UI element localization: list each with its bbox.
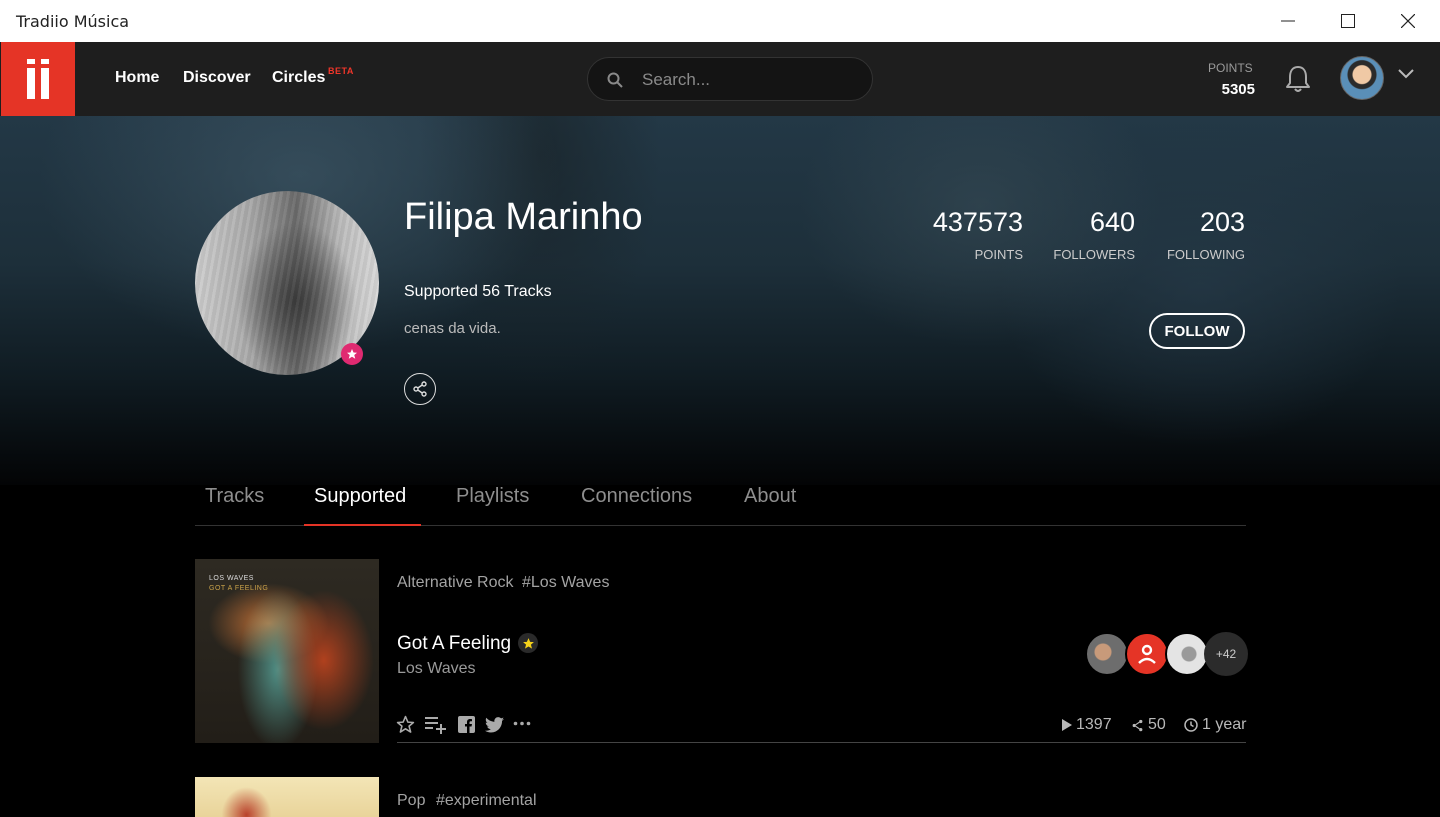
- star-icon: [522, 637, 534, 649]
- stat-followers-value[interactable]: 640: [1090, 207, 1135, 238]
- star-icon: [347, 349, 357, 359]
- stat-points-value: 437573: [932, 207, 1023, 237]
- track-artist[interactable]: Los Waves: [397, 660, 476, 678]
- facebook-icon[interactable]: [458, 716, 475, 733]
- user-icon: [1138, 644, 1156, 664]
- window-title: Tradiio Música: [16, 11, 130, 31]
- tab-about[interactable]: About: [744, 485, 796, 508]
- bell-icon[interactable]: [1284, 64, 1312, 94]
- share-icon: [413, 381, 427, 397]
- maximize-button[interactable]: [1318, 0, 1378, 42]
- stat-followers-label[interactable]: FOLLOWERS: [1053, 247, 1135, 262]
- supporter-avatar[interactable]: [1165, 632, 1209, 676]
- profile-bio: cenas da vida.: [404, 320, 501, 337]
- beta-badge: BETA: [328, 66, 354, 76]
- share-profile-button[interactable]: [404, 373, 436, 405]
- track-cover[interactable]: [195, 777, 379, 817]
- supporter-avatar[interactable]: [1085, 632, 1129, 676]
- playlist-add-icon[interactable]: [424, 716, 448, 734]
- track-title[interactable]: Got A Feeling: [397, 633, 511, 655]
- stat-points-label: POINTS: [974, 247, 1023, 262]
- minimize-button[interactable]: [1258, 0, 1318, 42]
- tradiio-logo[interactable]: [1, 42, 75, 116]
- follow-button[interactable]: FOLLOW: [1149, 313, 1245, 349]
- minimize-icon: [1281, 20, 1295, 22]
- track-plays: 1397: [1061, 716, 1112, 734]
- featured-star-badge: [518, 633, 538, 653]
- app-header: Home Discover Circles BETA POINTS 5305: [0, 42, 1440, 116]
- shares-count: 50: [1148, 716, 1166, 733]
- nav-home[interactable]: Home: [115, 69, 159, 87]
- supported-count: Supported 56 Tracks: [404, 283, 552, 300]
- track-genre[interactable]: Alternative Rock: [397, 574, 514, 592]
- track-cover[interactable]: LOS WAVES GOT A FEELING: [195, 559, 379, 743]
- track-tag[interactable]: #experimental: [436, 792, 537, 810]
- twitter-icon[interactable]: [485, 717, 504, 733]
- more-supporters-count[interactable]: +42: [1204, 632, 1248, 676]
- active-tab-indicator: [304, 524, 421, 526]
- logo-icon: [27, 59, 49, 99]
- plays-count: 1397: [1076, 716, 1112, 733]
- share-icon: [1132, 719, 1143, 731]
- chevron-down-icon[interactable]: [1398, 69, 1414, 79]
- row-divider: [397, 742, 1246, 743]
- clock-icon: [1184, 718, 1198, 732]
- play-icon: [1062, 719, 1072, 731]
- close-button[interactable]: [1378, 0, 1438, 42]
- user-avatar[interactable]: [1340, 56, 1384, 100]
- nav-discover[interactable]: Discover: [183, 69, 251, 87]
- maximize-icon: [1341, 14, 1355, 28]
- search-box[interactable]: [587, 57, 873, 102]
- tab-connections[interactable]: Connections: [581, 485, 692, 508]
- tab-tracks[interactable]: Tracks: [205, 485, 264, 508]
- star-icon[interactable]: [396, 715, 415, 734]
- more-icon[interactable]: [513, 721, 531, 726]
- stat-following-value[interactable]: 203: [1200, 207, 1245, 238]
- user-points-label: POINTS: [1208, 61, 1253, 75]
- track-shares: 50: [1131, 716, 1166, 734]
- tab-supported[interactable]: Supported: [314, 485, 406, 508]
- cover-text: LOS WAVES: [209, 575, 254, 582]
- track-age-text: 1 year: [1202, 716, 1247, 733]
- profile-name: Filipa Marinho: [404, 196, 643, 238]
- window-titlebar: Tradiio Música: [0, 0, 1440, 42]
- close-icon: [1401, 14, 1415, 28]
- supporter-badge: [341, 343, 363, 365]
- track-tag[interactable]: #Los Waves: [522, 574, 609, 592]
- search-input[interactable]: [640, 58, 864, 102]
- tab-playlists[interactable]: Playlists: [456, 485, 529, 508]
- stat-following-label[interactable]: FOLLOWING: [1167, 247, 1245, 262]
- cover-subtext: GOT A FEELING: [209, 585, 269, 592]
- track-age: 1 year: [1184, 716, 1246, 734]
- nav-circles[interactable]: Circles: [272, 69, 325, 87]
- search-icon: [607, 72, 623, 88]
- user-points-value: 5305: [1221, 81, 1255, 98]
- supporter-avatar[interactable]: [1125, 632, 1169, 676]
- track-genre[interactable]: Pop: [397, 792, 425, 810]
